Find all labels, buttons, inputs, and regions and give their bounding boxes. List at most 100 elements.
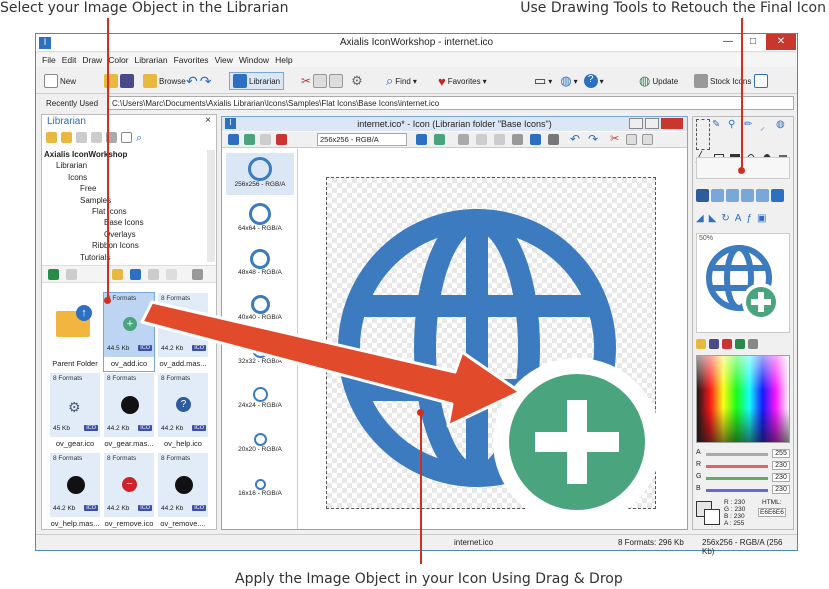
tree-item[interactable]: Librarian [44,161,208,172]
blue-value[interactable]: 230 [772,485,790,494]
alpha-slider[interactable] [706,453,768,456]
folder-icon[interactable] [61,132,72,143]
gradient-icon[interactable] [711,189,724,202]
tree-item[interactable]: Icons [44,173,208,184]
maximize-button[interactable]: □ [741,34,765,50]
undo-icon[interactable]: ↶ [570,132,580,146]
view-icon[interactable] [130,269,141,280]
lasso-icon[interactable]: ✎ [712,119,726,150]
doc-minimize-button[interactable] [629,118,643,129]
help-icon[interactable]: ? [583,74,598,88]
new-button[interactable]: New [44,72,76,90]
red-slider[interactable] [706,465,768,468]
list-item[interactable]: 8 Formats 44.2 Kb ICO ov_remove.... [158,453,208,531]
menu-help[interactable]: Help [275,53,292,65]
gradient-icon[interactable] [696,189,709,202]
search-icon[interactable]: ⌕ [136,132,142,145]
paste-icon[interactable] [91,132,102,143]
copy-icon[interactable] [626,134,637,145]
select-tool-icon[interactable] [696,119,710,150]
find-button[interactable]: ⌕ Find ▾ [386,72,417,90]
tree-item[interactable]: Base Icons [44,218,208,229]
update-button[interactable]: ◍ Update [639,72,678,90]
monitor-icon[interactable]: ▭ [534,73,546,89]
format-icon[interactable] [228,134,239,145]
list-item[interactable]: 8 Formats 44.2 Kb ICO ov_add.mas... [158,293,208,371]
doc-close-button[interactable] [661,118,683,129]
list-item-selected[interactable]: + 8 Formats 44.5 Kb ICO ov_add.ico [103,292,155,372]
format-item-selected[interactable]: 256x256 - RGB/A [226,153,294,195]
pencil-icon[interactable]: ✏ [744,119,758,150]
preview-icon[interactable] [512,134,523,145]
save-palette-icon[interactable] [709,339,719,349]
doc-maximize-button[interactable] [645,118,659,129]
image-icon[interactable] [416,134,427,145]
minimize-button[interactable]: — [716,34,740,50]
color-palette-grid[interactable] [696,355,790,443]
save-icon[interactable] [120,74,134,88]
format-item[interactable]: 20x20 - RGB/A [226,429,294,471]
flip-icon[interactable]: ◢ [696,213,704,227]
path-field[interactable]: C:\Users\Marc\Documents\Axialis Libraria… [108,96,794,110]
format-item[interactable]: 48x48 - RGB/A [226,245,294,287]
palette-list-icon[interactable] [748,339,758,349]
check-icon[interactable] [121,132,132,143]
background-color-swatch[interactable] [704,509,720,525]
paste-icon[interactable] [642,134,653,145]
format-item[interactable]: 64x64 - RGB/A [226,199,294,241]
gradient-icon[interactable] [771,189,784,202]
tree-item[interactable]: Flat Icons [44,207,208,218]
open-palette-icon[interactable] [696,339,706,349]
html-value[interactable]: E6E6E6 [758,508,786,517]
paste-icon[interactable] [329,74,344,88]
image-icon[interactable]: ▣ [757,213,766,227]
image-add-icon[interactable] [434,134,445,145]
format-item[interactable]: 24x24 - RGB/A [226,383,294,425]
menu-view[interactable]: View [215,53,233,65]
edit-canvas[interactable] [326,177,657,510]
tree-scrollbar[interactable] [207,150,215,262]
copy-format-icon[interactable] [260,134,271,145]
sort-icon[interactable] [148,269,159,280]
cut-icon[interactable]: ✂ [610,132,619,145]
settings-gear-icon[interactable]: ⚙ [351,73,363,89]
format-item[interactable]: 32x32 - RGB/A [226,337,294,379]
tree-item[interactable]: Free [44,184,208,195]
add-format-icon[interactable] [244,134,255,145]
gradient-icon[interactable] [756,189,769,202]
format-select[interactable]: 256x256 - RGB/A [317,133,407,146]
librarian-button[interactable]: Librarian [229,72,285,90]
zoom-icon[interactable] [458,134,469,145]
folder-up-icon[interactable] [112,269,123,280]
menu-edit[interactable]: Edit [62,53,77,65]
copy-icon[interactable] [66,269,77,280]
globe-tool-icon[interactable]: ◍ [560,73,571,89]
add-icon[interactable] [48,269,59,280]
green-slider[interactable] [706,477,768,480]
delete-format-icon[interactable] [276,134,287,145]
cut-icon[interactable]: ✂ [301,74,311,88]
close-button[interactable]: ✕ [766,34,796,50]
list-item[interactable]: ⚙ 8 Formats 45 Kb ICO ov_gear.ico [50,373,100,451]
tree-item[interactable]: Ribbon Icons [44,241,208,252]
list-item-parent-folder[interactable]: ↑ Parent Folder [50,293,100,371]
rotate-icon[interactable]: ↻ [721,213,729,227]
redo-icon[interactable]: ↷ [588,132,598,146]
menu-librarian[interactable]: Librarian [135,53,168,65]
overlay-icon[interactable] [494,134,505,145]
favorites-button[interactable]: ♥ Favorites ▾ [438,72,487,90]
eyedropper-icon[interactable]: ⚲ [728,119,742,150]
green-value[interactable]: 230 [772,473,790,482]
list-icon[interactable] [166,269,177,280]
list-item[interactable]: ? 8 Formats 44.2 Kb ICO ov_help.ico [158,373,208,451]
alpha-value[interactable]: 255 [772,449,790,458]
tree-item[interactable]: Tutorials [44,253,208,264]
redo-icon[interactable]: ↷ [200,73,212,90]
blue-slider[interactable] [706,489,768,492]
add-folder-icon[interactable] [46,132,57,143]
tree-item[interactable]: Axialis IconWorkshop [44,150,208,161]
palette-icon[interactable] [722,339,732,349]
menu-window[interactable]: Window [239,53,269,65]
list-item[interactable]: − 8 Formats 44.2 Kb ICO ov_remove.ico [104,453,154,531]
undo-icon[interactable]: ↶ [186,73,198,90]
